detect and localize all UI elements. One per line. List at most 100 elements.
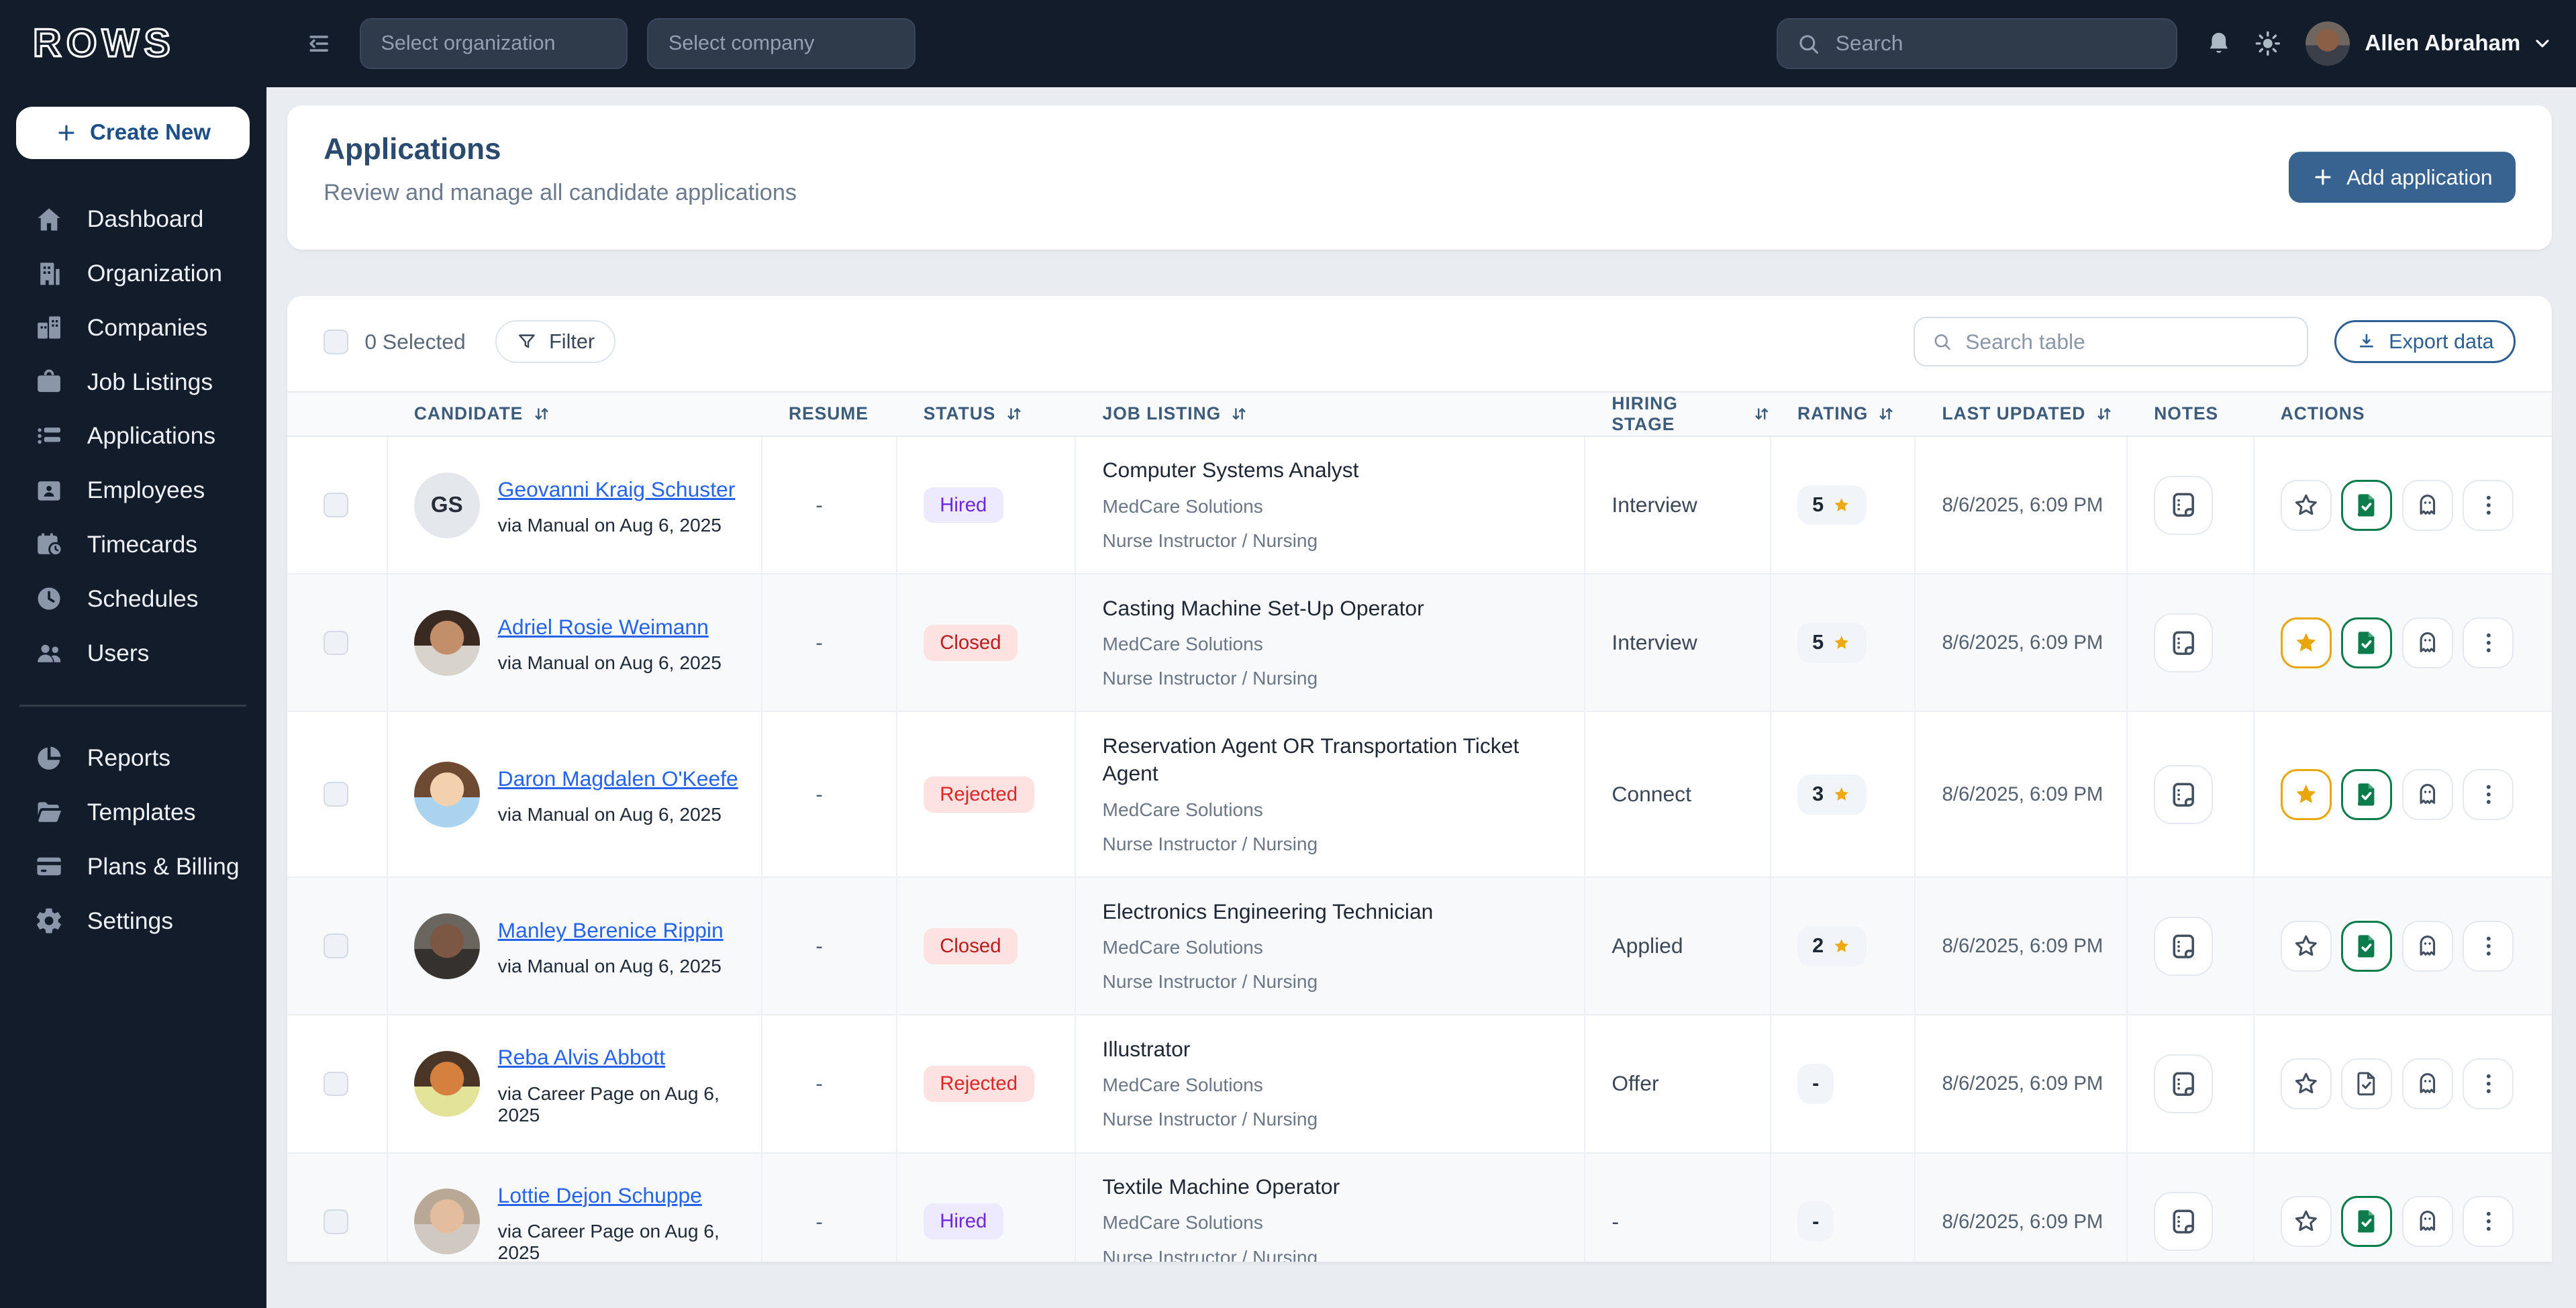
sidebar-item-employees[interactable]: Employees (0, 463, 266, 517)
candidate-name-link[interactable]: Daron Magdalen O'Keefe (498, 766, 738, 791)
ghost-button[interactable] (2401, 1058, 2453, 1109)
notes-button[interactable] (2154, 475, 2214, 535)
resume-review-button[interactable] (2341, 768, 2393, 820)
candidate-name-link[interactable]: Adriel Rosie Weimann (498, 615, 709, 640)
last-updated-cell: 8/6/2025, 6:09 PM (1916, 1153, 2128, 1262)
ghost-button[interactable] (2401, 1196, 2453, 1248)
search-icon (1796, 32, 1821, 56)
notifications-button[interactable] (2201, 26, 2237, 62)
add-application-button[interactable]: Add application (2289, 152, 2516, 203)
notes-button[interactable] (2154, 1054, 2214, 1114)
row-menu-button[interactable] (2463, 920, 2514, 972)
column-header-last-updated[interactable]: LAST UPDATED (1916, 393, 2128, 436)
column-header-notes: NOTES (2154, 403, 2219, 424)
job-company: MedCare Solutions (1102, 633, 1263, 654)
note-icon (2168, 779, 2199, 811)
ghost-button[interactable] (2401, 479, 2453, 531)
sidebar-item-label: Job Listings (87, 368, 213, 395)
notes-button[interactable] (2154, 613, 2214, 672)
notes-button[interactable] (2154, 916, 2214, 976)
theme-toggle-button[interactable] (2250, 26, 2286, 62)
sidebar-item-plans-billing[interactable]: Plans & Billing (0, 840, 266, 894)
table-row: Manley Berenice Rippin via Manual on Aug… (287, 878, 2552, 1016)
candidate-name-link[interactable]: Geovanni Kraig Schuster (498, 477, 736, 502)
ghost-button[interactable] (2401, 920, 2453, 972)
column-header-hiring-stage[interactable]: HIRING STAGE (1585, 393, 1771, 436)
filter-button[interactable]: Filter (495, 320, 616, 363)
rating-cell: - (1771, 1015, 1916, 1152)
favorite-button[interactable] (2280, 479, 2332, 531)
file-check-icon (2352, 491, 2381, 519)
sidebar-item-users[interactable]: Users (0, 626, 266, 681)
sidebar-item-dashboard[interactable]: Dashboard (0, 192, 266, 246)
row-checkbox[interactable] (324, 934, 348, 959)
row-checkbox[interactable] (324, 1209, 348, 1234)
avatar (413, 913, 480, 979)
notes-button[interactable] (2154, 764, 2214, 824)
sidebar-item-timecards[interactable]: Timecards (0, 517, 266, 572)
candidate-cell: Adriel Rosie Weimann via Manual on Aug 6… (388, 574, 762, 711)
sidebar-item-job-listings[interactable]: Job Listings (0, 355, 266, 409)
candidate-name-link[interactable]: Lottie Dejon Schuppe (498, 1183, 702, 1208)
file-check-icon (2352, 781, 2381, 809)
status-cell: Closed (897, 574, 1077, 711)
favorite-button[interactable] (2280, 768, 2332, 820)
job-listing-cell: Reservation Agent OR Transportation Tick… (1076, 712, 1586, 877)
row-checkbox[interactable] (324, 782, 348, 807)
rating-badge: 5 (1797, 623, 1867, 663)
row-checkbox[interactable] (324, 493, 348, 518)
organization-select[interactable]: Select organization (360, 17, 628, 69)
create-new-button[interactable]: Create New (16, 107, 250, 160)
favorite-button[interactable] (2280, 1058, 2332, 1109)
sidebar-item-applications[interactable]: Applications (0, 409, 266, 464)
column-header-job-listing[interactable]: JOB LISTING (1076, 393, 1585, 436)
resume-review-button[interactable] (2341, 479, 2393, 531)
resume-review-button[interactable] (2341, 920, 2393, 972)
ghost-button[interactable] (2401, 617, 2453, 668)
row-checkbox[interactable] (324, 1071, 348, 1097)
favorite-button[interactable] (2280, 1196, 2332, 1248)
table-search-input[interactable] (1965, 329, 2291, 354)
chevron-down-icon (2532, 33, 2553, 54)
row-menu-button[interactable] (2463, 768, 2514, 820)
sidebar-item-templates[interactable]: Templates (0, 785, 266, 840)
sidebar-item-schedules[interactable]: Schedules (0, 572, 266, 626)
export-data-button[interactable]: Export data (2334, 320, 2516, 363)
building-icon (34, 259, 64, 289)
sidebar-toggle-button[interactable] (301, 23, 340, 63)
sidebar: Create New Dashboard Organization Compan… (0, 87, 266, 1308)
sidebar-item-reports[interactable]: Reports (0, 731, 266, 785)
sidebar-item-companies[interactable]: Companies (0, 301, 266, 355)
favorite-button[interactable] (2280, 617, 2332, 668)
row-checkbox[interactable] (324, 630, 348, 656)
notes-button[interactable] (2154, 1192, 2214, 1252)
global-search-input[interactable]: Search (1777, 17, 2178, 69)
sidebar-item-settings[interactable]: Settings (0, 894, 266, 948)
table-row: Reba Alvis Abbott via Career Page on Aug… (287, 1015, 2552, 1154)
note-icon (2168, 1068, 2199, 1100)
row-checkbox-cell (287, 1015, 388, 1152)
candidate-name-link[interactable]: Reba Alvis Abbott (498, 1045, 665, 1070)
select-all-checkbox[interactable] (324, 329, 348, 354)
resume-review-button[interactable] (2341, 1196, 2393, 1248)
sidebar-item-label: Users (87, 639, 150, 666)
sidebar-item-organization[interactable]: Organization (0, 246, 266, 301)
favorite-button[interactable] (2280, 920, 2332, 972)
column-header-status[interactable]: STATUS (897, 393, 1077, 436)
row-menu-button[interactable] (2463, 1196, 2514, 1248)
row-menu-button[interactable] (2463, 479, 2514, 531)
briefcase-icon (34, 367, 64, 397)
sidebar-item-label: Settings (87, 907, 173, 934)
company-select[interactable]: Select company (647, 17, 915, 69)
resume-review-button[interactable] (2341, 1058, 2393, 1109)
file-check-icon (2352, 629, 2381, 657)
row-menu-button[interactable] (2463, 617, 2514, 668)
user-avatar[interactable] (2306, 21, 2350, 66)
column-header-candidate[interactable]: CANDIDATE (388, 393, 762, 436)
candidate-name-link[interactable]: Manley Berenice Rippin (498, 918, 724, 943)
column-header-rating[interactable]: RATING (1771, 393, 1916, 436)
user-menu[interactable]: Allen Abraham (2365, 31, 2576, 56)
resume-review-button[interactable] (2341, 617, 2393, 668)
row-menu-button[interactable] (2463, 1058, 2514, 1109)
ghost-button[interactable] (2401, 768, 2453, 820)
